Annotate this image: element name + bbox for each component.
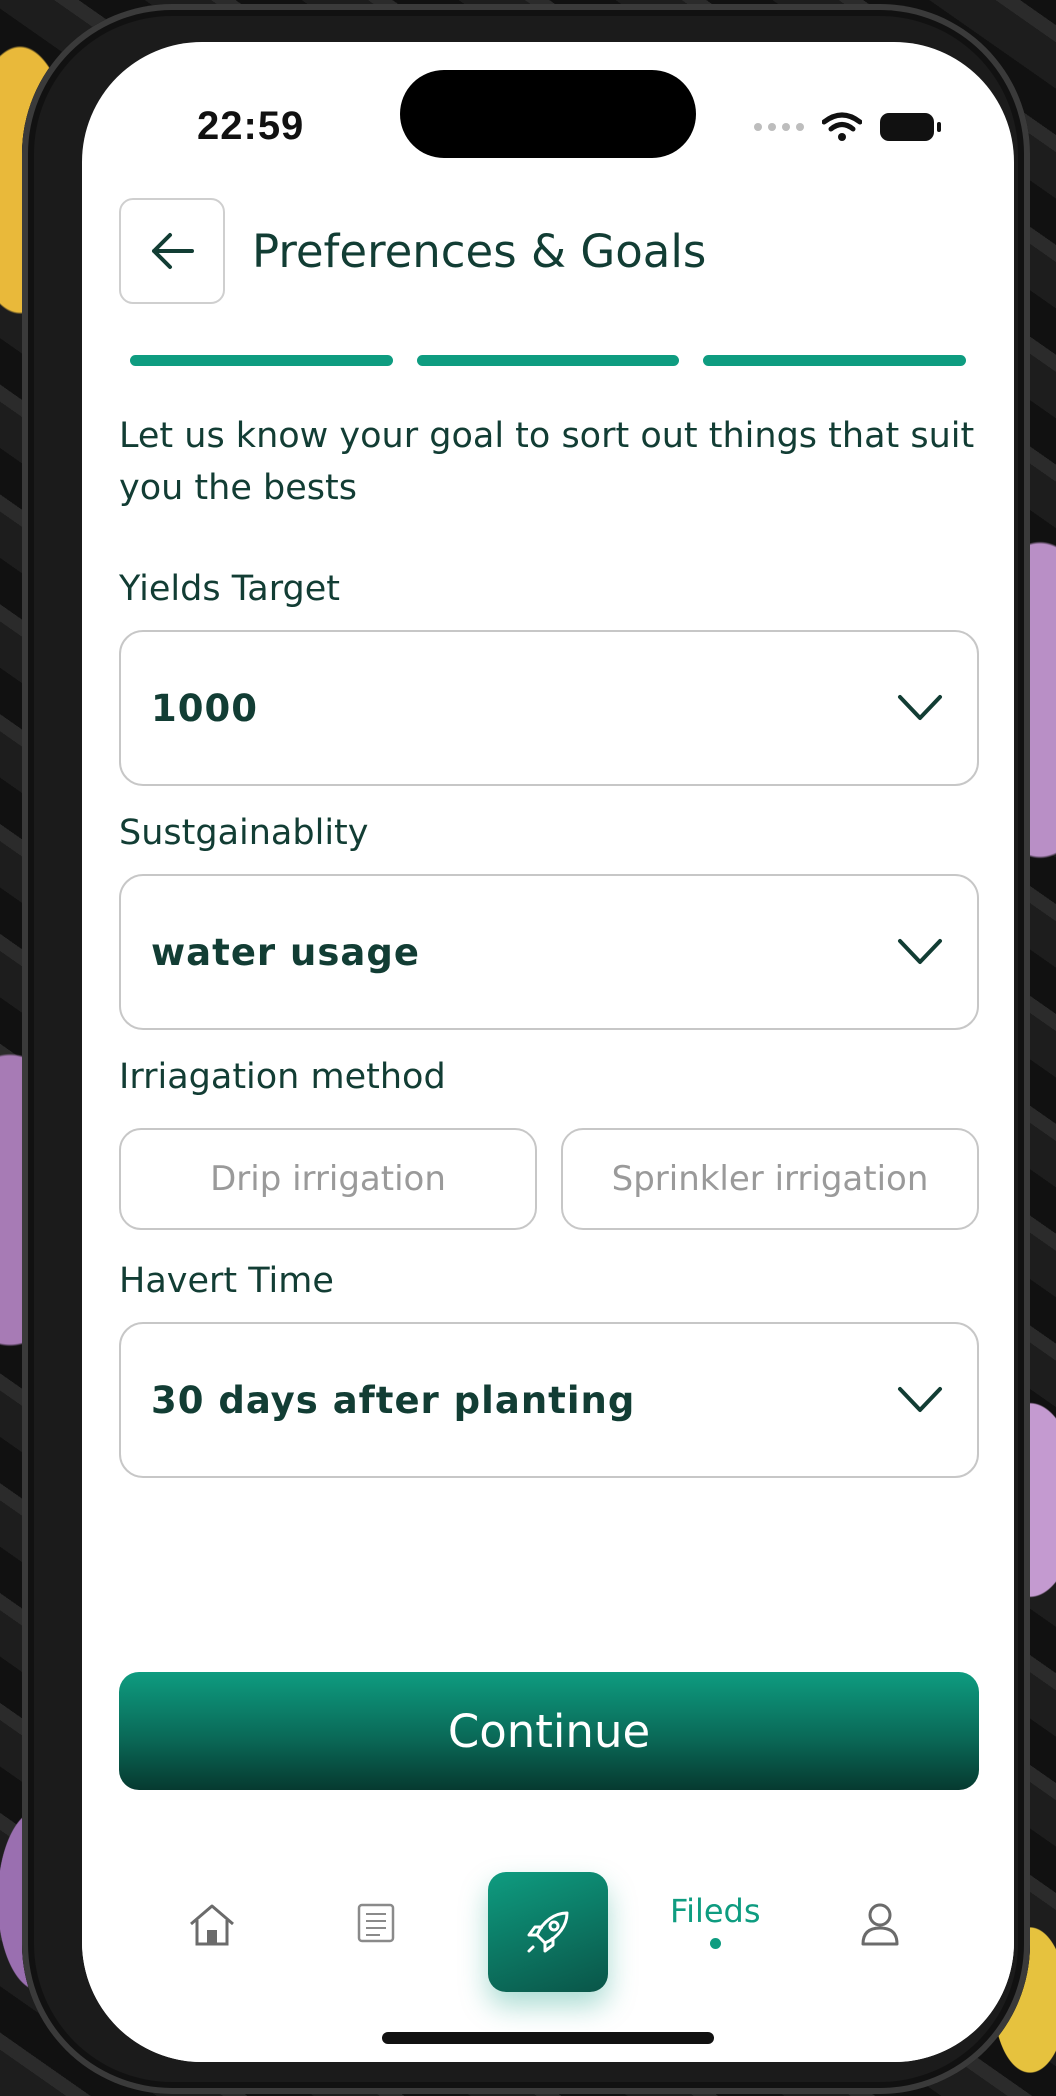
progress-step-3 (703, 355, 967, 366)
chevron-down-icon (898, 1387, 942, 1412)
tab-home[interactable] (187, 1902, 237, 1948)
active-tab-indicator (709, 1938, 721, 1949)
progress-step-2 (416, 355, 680, 366)
page-title: Preferences & Goals (252, 225, 707, 278)
harvest-time-value: 30 days after planting (151, 1378, 636, 1422)
rocket-action-button[interactable] (488, 1872, 608, 1992)
yields-target-select[interactable]: 1000 (119, 630, 979, 786)
chevron-down-icon (898, 695, 942, 720)
tab-fields[interactable]: Fileds (670, 1892, 761, 1949)
user-icon (861, 1903, 899, 1946)
intro-text: Let us know your goal to sort out things… (119, 416, 975, 508)
home-icon (190, 1904, 234, 1946)
progress-indicator (130, 355, 967, 366)
yields-target-label: Yields Target (119, 569, 340, 609)
harvest-time-select[interactable]: 30 days after planting (119, 1322, 979, 1478)
progress-step-1 (130, 355, 393, 366)
tab-profile[interactable] (860, 1902, 900, 1946)
tab-fields-label: Fileds (670, 1892, 761, 1930)
drip-irrigation-option[interactable]: Drip irrigation (119, 1128, 537, 1230)
app-screen: 22:59 Preferences & Goals Let us know yo… (82, 42, 1014, 2062)
document-icon (357, 1903, 395, 1943)
rocket-icon (527, 1911, 569, 1953)
sustainability-label: Sustgainablity (119, 813, 369, 853)
tab-documents[interactable] (356, 1902, 396, 1944)
home-indicator (382, 2032, 714, 2044)
dynamic-island (400, 70, 696, 158)
sustainability-value: water usage (151, 930, 420, 974)
harvest-time-label: Havert Time (119, 1261, 334, 1301)
irrigation-method-label: Irriagation method (119, 1057, 446, 1097)
yields-target-value: 1000 (151, 686, 258, 730)
wifi-icon (822, 112, 862, 141)
phone-frame: 22:59 Preferences & Goals Let us know yo… (22, 4, 1030, 2094)
continue-button[interactable]: Continue (119, 1672, 979, 1790)
signal-icon (754, 123, 804, 131)
back-button[interactable] (119, 198, 225, 304)
arrow-left-icon (152, 233, 194, 269)
sprinkler-irrigation-option[interactable]: Sprinkler irrigation (561, 1128, 979, 1230)
status-time: 22:59 (197, 104, 305, 148)
status-icons (754, 112, 941, 142)
sustainability-select[interactable]: water usage (119, 874, 979, 1030)
chevron-down-icon (898, 939, 942, 964)
battery-icon (880, 113, 941, 141)
